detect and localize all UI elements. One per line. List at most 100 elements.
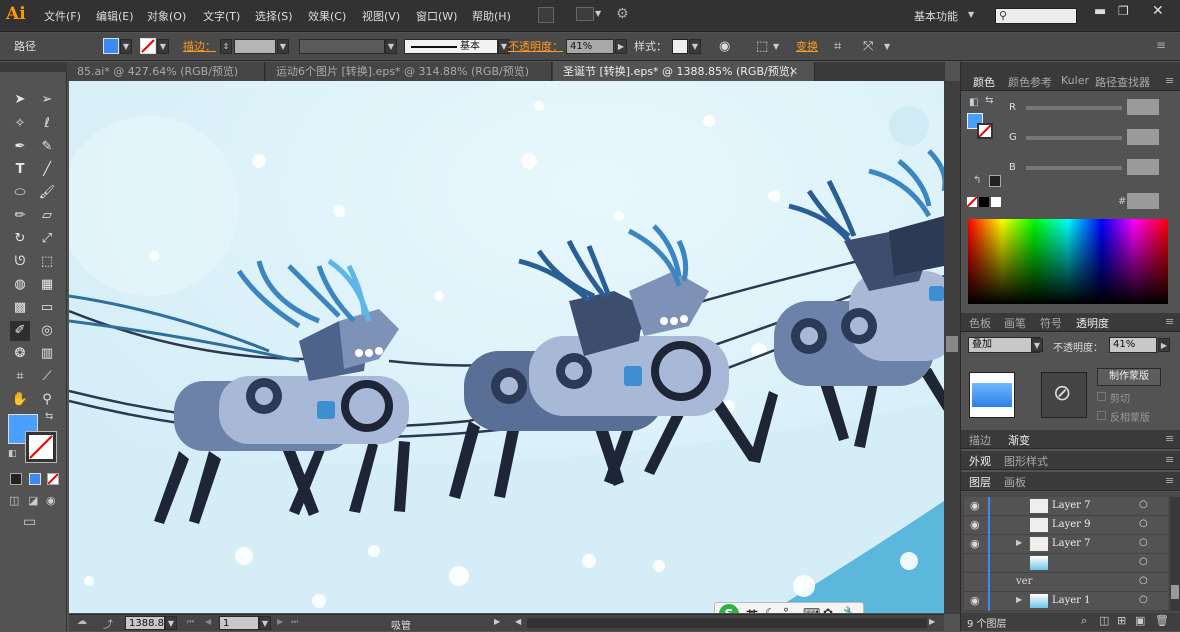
pen-tool-icon[interactable]: ✒ — [10, 137, 30, 157]
ime-moon-icon[interactable]: ☾ — [765, 606, 776, 613]
menu-window[interactable]: 窗口(W) — [416, 8, 457, 24]
channel-g-slider[interactable] — [1026, 136, 1122, 140]
minimize-icon[interactable]: ▬ — [1094, 4, 1106, 19]
paintbrush-tool-icon[interactable]: 🖌 — [37, 183, 57, 203]
tab-artboards[interactable]: 画板 — [1004, 474, 1026, 490]
stroke-dropdown-icon[interactable]: ▼ — [157, 39, 169, 54]
target-icon[interactable]: ○ — [1139, 575, 1148, 586]
warp-tool-icon[interactable]: ᘎ — [10, 252, 30, 272]
curvature-tool-icon[interactable]: ✎ — [37, 137, 57, 157]
tab-color-guide[interactable]: 颜色参考 — [1008, 74, 1052, 90]
panel-menu-icon[interactable]: ≡ — [1165, 74, 1174, 87]
layers-scrollbar[interactable] — [1170, 497, 1180, 611]
column-graph-tool-icon[interactable]: ▥ — [37, 344, 57, 364]
expand-arrow-icon[interactable]: ▶ — [1016, 538, 1022, 547]
symbol-sprayer-tool-icon[interactable]: ❂ — [10, 344, 30, 364]
white-swatch[interactable] — [991, 197, 1001, 207]
menu-effect[interactable]: 效果(C) — [308, 8, 346, 24]
panel-menu-icon[interactable]: ≡ — [1156, 38, 1166, 52]
menu-object[interactable]: 对象(O) — [147, 8, 186, 24]
tab-appearance[interactable]: 外观 — [969, 453, 991, 469]
ime-language[interactable]: 英 — [746, 607, 758, 613]
fill-dropdown-icon[interactable]: ▼ — [120, 39, 132, 54]
none-swatch[interactable] — [966, 196, 978, 208]
object-thumbnail[interactable] — [969, 372, 1015, 418]
bbox-dropdown-icon[interactable]: ▼ — [884, 42, 890, 51]
layer-row[interactable]: ◉ ▶ Layer 1 ○ — [964, 592, 1168, 611]
new-sublayer-icon[interactable]: ⊞ — [1117, 614, 1126, 627]
blend-mode-select[interactable]: 叠加 — [968, 337, 1040, 353]
opacity-arrow-icon[interactable]: ▶ — [1158, 338, 1170, 352]
menu-help[interactable]: 帮助(H) — [472, 8, 511, 24]
hscroll-right-icon[interactable]: ▶ — [929, 617, 935, 626]
make-mask-button[interactable]: 制作蒙版 — [1097, 368, 1161, 386]
graphic-style-swatch[interactable] — [672, 39, 688, 54]
align-dropdown-icon[interactable]: ▼ — [773, 42, 779, 51]
gpu-icon[interactable]: ⚙ — [616, 6, 629, 22]
rotate-tool-icon[interactable]: ↻ — [10, 229, 30, 249]
artboard-tool-icon[interactable]: ⌗ — [10, 367, 30, 387]
tab-graphic-styles[interactable]: 图形样式 — [1004, 453, 1048, 469]
tab-document-3[interactable]: 圣诞节 [转换].eps* @ 1388.85% (RGB/预览) ✕ — [553, 62, 815, 81]
layer-row[interactable]: ○ — [964, 554, 1168, 573]
tab-kuler[interactable]: Kuler — [1061, 74, 1089, 87]
layer-row[interactable]: ◉ Layer 7 ○ — [964, 497, 1168, 516]
tab-gradient[interactable]: 渐变 — [1008, 432, 1030, 448]
zoom-field[interactable]: 1388.8 — [125, 616, 165, 630]
pencil-tool-icon[interactable]: ✏ — [10, 206, 30, 226]
arrange-documents-icon[interactable] — [576, 7, 594, 21]
draw-normal-icon[interactable]: ◫ — [9, 494, 19, 507]
swap-colors-icon[interactable]: ⇆ — [985, 95, 993, 106]
direct-selection-tool-icon[interactable]: ➢ — [37, 90, 57, 110]
ime-settings-icon[interactable]: 🔧 — [843, 606, 858, 613]
ime-keyboard-icon[interactable]: ⌨ — [803, 606, 820, 613]
artboard-field[interactable]: 1 — [219, 616, 259, 630]
layer-name[interactable]: Layer 7 — [1052, 538, 1091, 549]
clipping-mask-icon[interactable]: ◫ — [1099, 614, 1109, 627]
ime-paw-icon[interactable]: ✿ — [823, 606, 833, 613]
channel-r-field[interactable] — [1127, 99, 1159, 115]
default-colors-icon[interactable]: ◧ — [969, 97, 978, 108]
layer-row[interactable]: ◉ ▶ Layer 7 ○ — [964, 535, 1168, 554]
zoom-tool-icon[interactable]: ⚲ — [37, 390, 57, 410]
draw-behind-icon[interactable]: ◪ — [28, 494, 38, 507]
default-colors-icon[interactable]: ◧ — [8, 449, 17, 459]
artboard-canvas[interactable]: S 英 ☾ °, ⌨ ✿ 🔧 — [69, 81, 944, 613]
transform-label[interactable]: 变换 — [796, 38, 818, 54]
gradient-tool-icon[interactable]: ▭ — [37, 298, 57, 318]
first-artboard-icon[interactable]: ⏮ — [187, 617, 194, 627]
scroll-thumb[interactable] — [946, 336, 958, 352]
panel-menu-icon[interactable]: ≡ — [1165, 453, 1174, 466]
blend-tool-icon[interactable]: ◎ — [37, 321, 57, 341]
stroke-label[interactable]: 描边： — [183, 38, 216, 54]
recolor-icon[interactable]: ◉ — [719, 39, 730, 54]
scale-tool-icon[interactable]: ⤢ — [37, 229, 57, 249]
tab-swatches[interactable]: 色板 — [969, 315, 991, 331]
opacity-arrow-icon[interactable]: ▶ — [615, 39, 627, 54]
menu-type[interactable]: 文字(T) — [203, 8, 240, 24]
free-transform-tool-icon[interactable]: ⬚ — [37, 252, 57, 272]
target-icon[interactable]: ○ — [1139, 537, 1148, 548]
status-menu-icon[interactable]: ▶ — [494, 617, 500, 626]
tab-transparency[interactable]: 透明度 — [1076, 315, 1109, 331]
gradient-mode-icon[interactable] — [29, 473, 41, 485]
hex-field[interactable] — [1127, 193, 1159, 209]
artboard-dropdown-icon[interactable]: ▼ — [259, 616, 271, 630]
line-tool-icon[interactable]: ╱ — [37, 160, 57, 180]
layer-name[interactable]: Layer 1 — [1052, 595, 1091, 606]
tab-pathfinder[interactable]: 路径查找器 — [1095, 74, 1150, 90]
color-spectrum[interactable] — [968, 219, 1168, 304]
stroke-weight-stepper[interactable]: ⇕ — [220, 39, 232, 54]
selection-tool-icon[interactable]: ➤ — [10, 90, 30, 110]
blend-mode-dropdown-icon[interactable]: ▼ — [1031, 338, 1043, 352]
stroke-color-box[interactable] — [977, 123, 993, 139]
last-artboard-icon[interactable]: ⏭ — [291, 617, 298, 627]
bounding-box-icon[interactable]: ⤧ — [863, 39, 873, 54]
type-tool-icon[interactable]: T — [10, 160, 30, 180]
target-icon[interactable]: ○ — [1139, 594, 1148, 605]
live-paint-tool-icon[interactable]: ▦ — [37, 275, 57, 295]
tab-color[interactable]: 颜色 — [973, 74, 995, 90]
target-icon[interactable]: ○ — [1139, 499, 1148, 510]
perspective-grid-tool-icon[interactable]: ▩ — [10, 298, 30, 318]
eyedropper-tool-icon[interactable]: ✐ — [10, 321, 30, 341]
